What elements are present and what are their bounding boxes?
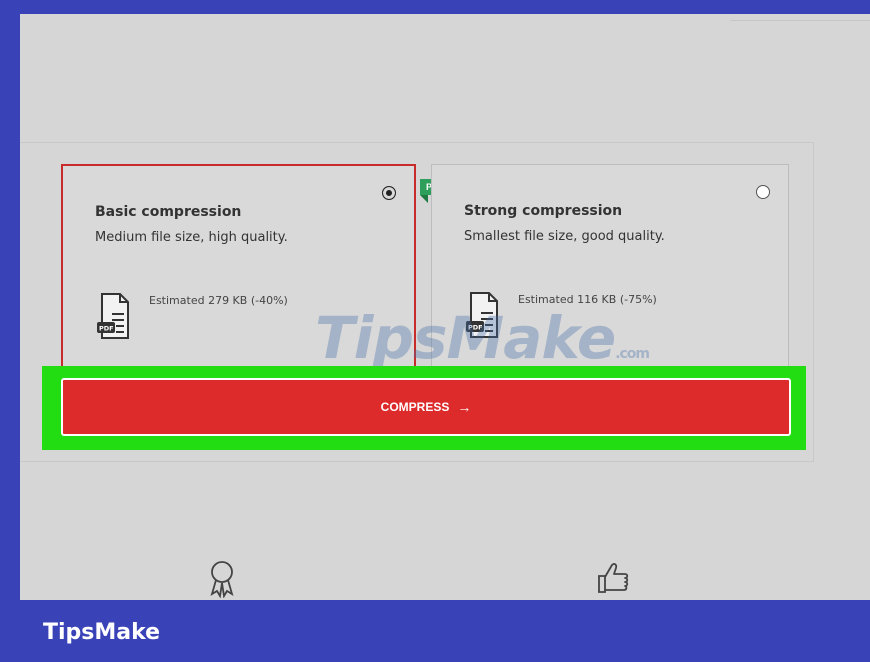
strong-compression-title: Strong compression xyxy=(464,203,623,219)
strong-compression-description: Smallest file size, good quality. xyxy=(464,229,665,244)
top-divider xyxy=(730,20,870,21)
arrow-right-icon: → xyxy=(457,399,472,415)
pdf-file-icon: PDF xyxy=(97,293,129,339)
basic-compression-title: Basic compression xyxy=(95,204,242,220)
watermark-text: TipsMake xyxy=(315,304,616,372)
pro-badge-tail xyxy=(420,195,428,203)
compress-button-label: COMPRESS xyxy=(380,400,450,414)
basic-compression-estimate: Estimated 279 KB (-40%) xyxy=(149,294,288,307)
strong-compression-radio[interactable] xyxy=(756,185,770,199)
award-icon xyxy=(210,561,234,598)
thumbs-up-icon xyxy=(598,563,629,593)
brand-logo-text: TipsMake xyxy=(43,620,161,645)
compress-button[interactable]: COMPRESS → xyxy=(61,378,791,436)
watermark: TipsMake.com xyxy=(315,304,650,372)
app-screen: Basic compression Medium file size, high… xyxy=(20,14,870,600)
watermark-suffix: .com xyxy=(615,346,650,362)
basic-compression-radio[interactable] xyxy=(382,186,396,200)
basic-compression-description: Medium file size, high quality. xyxy=(95,230,288,245)
svg-text:PDF: PDF xyxy=(99,325,114,333)
